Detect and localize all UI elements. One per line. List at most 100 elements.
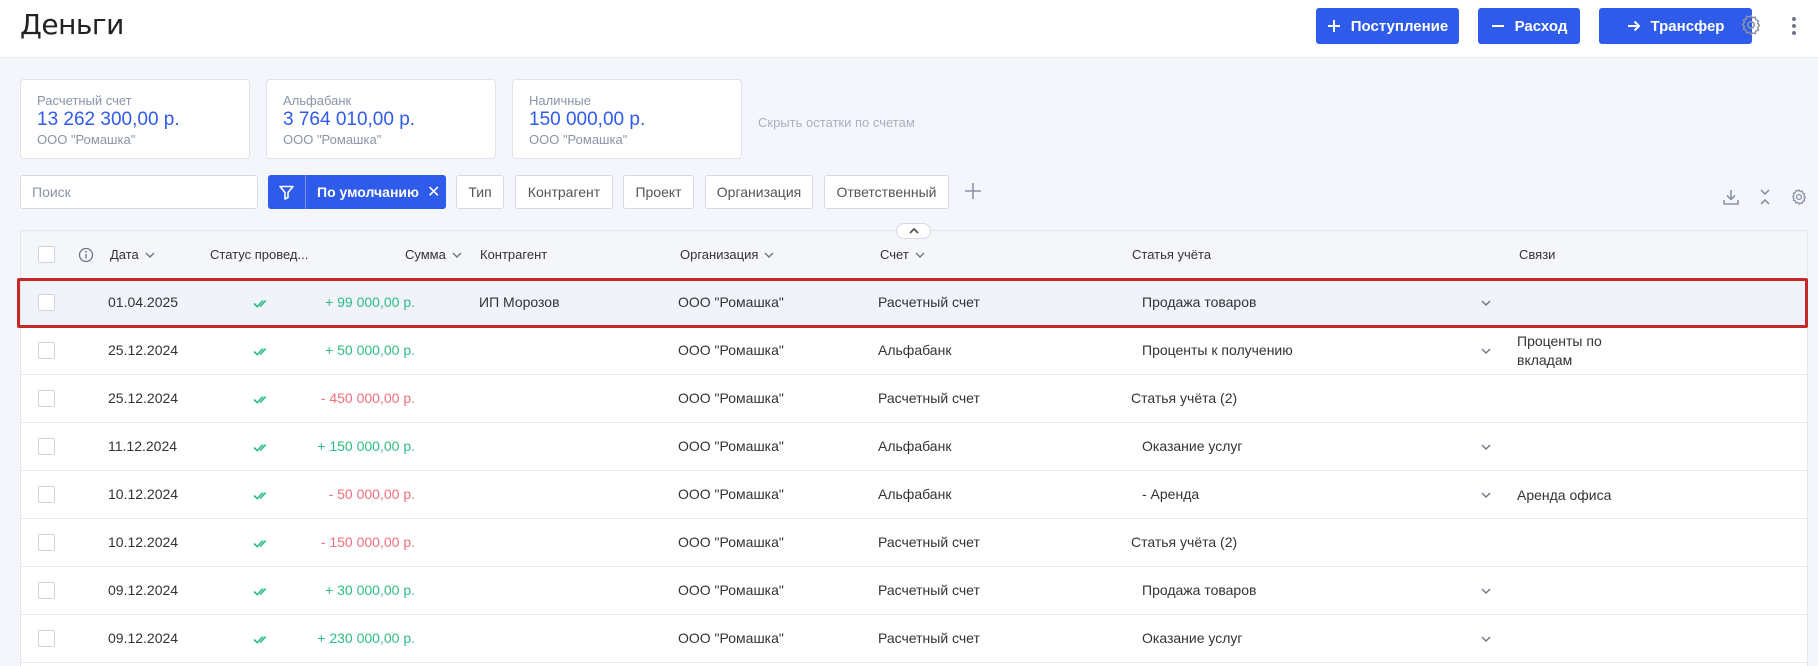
chevron-down-icon[interactable] [1481,492,1491,498]
row-date: 25.12.2024 [108,342,179,358]
row-article[interactable]: Оказание услуг [1142,630,1243,646]
row-article[interactable]: Продажа товаров [1142,294,1256,310]
download-icon[interactable] [1722,188,1740,206]
page-header: Деньги Поступление Расход Трансфер [0,0,1818,58]
add-transfer-button[interactable]: Трансфер [1599,8,1752,44]
add-income-button[interactable]: Поступление [1316,8,1459,44]
row-checkbox[interactable] [38,294,55,311]
column-header-organization[interactable]: Организация [680,247,774,262]
row-checkbox[interactable] [38,486,55,503]
column-header-date[interactable]: Дата [110,247,155,262]
filter-chip-project[interactable]: Проект [623,175,694,209]
row-organization: ООО "Ромашка" [678,342,784,358]
row-links[interactable]: Проценты по вкладам [1517,332,1657,370]
row-account: Расчетный счет [878,534,980,550]
double-check-icon [253,347,267,356]
row-date: 10.12.2024 [108,534,179,550]
row-article[interactable]: - Аренда [1142,486,1199,502]
row-checkbox[interactable] [38,342,55,359]
info-icon[interactable] [78,247,94,263]
row-article[interactable]: Продажа товаров [1142,582,1256,598]
chevron-down-icon[interactable] [1481,300,1491,306]
row-account: Расчетный счет [878,390,980,406]
filter-chip-responsible[interactable]: Ответственный [824,175,949,209]
select-all-checkbox[interactable] [38,246,55,263]
column-header-amount[interactable]: Сумма [405,247,462,262]
row-date: 01.04.2025 [108,294,179,310]
more-vertical-icon[interactable] [1788,14,1800,38]
table-settings-gear-icon[interactable] [1790,188,1808,206]
row-checkbox[interactable] [38,438,55,455]
row-article[interactable]: Статья учёта (2) [1131,390,1237,406]
table-row[interactable]: 10.12.2024 - 50 000,00 р. ООО "Ромашка" Аль… [21,471,1807,519]
table-row[interactable]: 10.12.2024 - 150 000,00 р. ООО "Ромашка" Ра… [21,519,1807,567]
gear-icon[interactable] [1739,13,1763,37]
filter-chip-counterparty[interactable]: Контрагент [515,175,613,209]
row-date: 25.12.2024 [108,390,179,406]
row-account: Расчетный счет [878,582,980,598]
chevron-down-icon[interactable] [1481,348,1491,354]
table-row[interactable]: 25.12.2024 + 50 000,00 р. ООО "Ромашка" Аль… [21,327,1807,375]
close-icon[interactable]: ✕ [427,182,440,202]
collapse-balances-toggle[interactable] [896,223,931,239]
row-checkbox[interactable] [38,390,55,407]
column-header-amount-label: Сумма [405,247,446,262]
table-row[interactable]: 09.12.2024 + 230 000,00 р. ООО "Ромашка" Ра… [21,615,1807,663]
row-account: Альфабанк [878,486,952,502]
double-check-icon [253,491,267,500]
table-row[interactable]: 25.12.2024 - 450 000,00 р. ООО "Ромашка" Ра… [21,375,1807,423]
filter-chip-type[interactable]: Тип [456,175,504,209]
hide-balances-link[interactable]: Скрыть остатки по счетам [758,115,915,130]
column-header-links[interactable]: Связи [1519,247,1555,262]
double-check-icon [253,299,267,308]
table-row[interactable]: 09.12.2024 + 30 000,00 р. ООО "Ромашка" Рас… [21,567,1807,615]
table-row[interactable]: 11.12.2024 + 150 000,00 р. ООО "Ромашка" Ал… [21,423,1807,471]
row-amount: + 30 000,00 р. [325,582,415,598]
balance-card-amount: 13 262 300,00 р. [37,109,180,130]
table-row[interactable]: 01.04.2025 + 99 000,00 р. ИП Морозов ООО "Р… [21,279,1807,327]
row-article[interactable]: Оказание услуг [1142,438,1243,454]
add-transfer-label: Трансфер [1650,17,1725,35]
filter-icon[interactable] [268,175,306,209]
row-checkbox[interactable] [38,582,55,599]
balance-card-alfabank[interactable]: Альфабанк 3 764 010,00 р. ООО "Ромашка" [266,79,496,159]
plus-icon [1327,20,1340,32]
add-filter-plus-icon[interactable] [963,181,983,201]
chevron-down-icon [452,252,462,258]
double-check-icon [253,587,267,596]
balance-card-settlement[interactable]: Расчетный счет 13 262 300,00 р. ООО "Ром… [20,79,250,159]
balance-card-org: ООО "Ромашка" [37,132,136,147]
row-links[interactable]: Аренда офиса [1517,486,1611,505]
balance-card-org: ООО "Ромашка" [283,132,382,147]
balance-card-amount: 150 000,00 р. [529,109,646,130]
row-checkbox[interactable] [38,630,55,647]
column-header-account[interactable]: Счет [880,247,925,262]
column-header-counterparty[interactable]: Контрагент [480,247,547,262]
transactions-table: Дата Статус провед... Сумма Контрагент О… [20,230,1808,666]
column-header-article[interactable]: Статья учёта [1132,247,1211,262]
chevron-down-icon[interactable] [1481,588,1491,594]
search-input[interactable] [20,175,258,209]
collapse-icon[interactable] [1758,188,1772,206]
balance-card-cash[interactable]: Наличные 150 000,00 р. ООО "Ромашка" [512,79,742,159]
filter-chip-organization[interactable]: Организация [705,175,813,209]
row-checkbox[interactable] [38,534,55,551]
row-article[interactable]: Проценты к получению [1142,342,1293,358]
row-organization: ООО "Ромашка" [678,486,784,502]
add-expense-button[interactable]: Расход [1478,8,1580,44]
column-header-status[interactable]: Статус провед... [210,247,308,262]
row-article[interactable]: Статья учёта (2) [1131,534,1237,550]
row-account: Альфабанк [878,438,952,454]
filter-preset-chip[interactable]: По умолчанию ✕ [268,175,446,209]
chevron-down-icon[interactable] [1481,636,1491,642]
chevron-down-icon[interactable] [1481,444,1491,450]
balance-card-name: Расчетный счет [37,93,132,108]
row-account: Расчетный счет [878,630,980,646]
balance-card-name: Альфабанк [283,93,352,108]
chevron-down-icon [764,252,774,258]
row-organization: ООО "Ромашка" [678,630,784,646]
filter-preset-label: По умолчанию [317,184,419,200]
row-account: Расчетный счет [878,294,980,310]
row-counterparty[interactable]: ИП Морозов [479,294,560,310]
double-check-icon [253,395,267,404]
